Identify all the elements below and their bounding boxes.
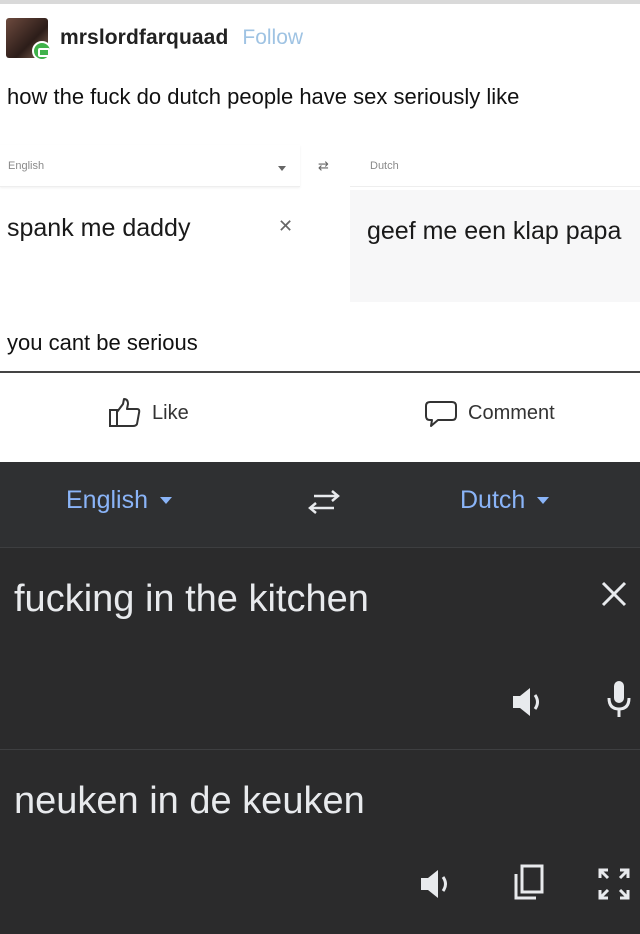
fullscreen-icon[interactable] (596, 866, 632, 902)
mic-icon[interactable] (604, 678, 634, 722)
language-bar: English Dutch (0, 462, 640, 548)
embedded-target-lang: Dutch (370, 160, 399, 172)
comment-icon (425, 401, 457, 427)
divider (0, 371, 640, 373)
chevron-down-icon (160, 497, 172, 504)
like-button[interactable]: Like (108, 397, 189, 429)
online-badge-icon (32, 41, 52, 61)
thumbs-up-icon (109, 398, 141, 427)
post-text: how the fuck do dutch people have sex se… (7, 84, 520, 109)
username[interactable]: mrslordfarquaad (60, 26, 228, 50)
speaker-icon[interactable] (510, 684, 550, 720)
copy-icon[interactable] (510, 862, 546, 902)
translation-output: neuken in de keuken (14, 780, 365, 822)
translate-app: English Dutch fucking in the kitchen neu… (0, 462, 640, 934)
top-border (0, 0, 640, 4)
reply-text: you cant be serious (7, 330, 198, 355)
swap-icon: ⇄ (318, 158, 329, 173)
speaker-icon[interactable] (418, 866, 458, 902)
comment-label: Comment (468, 401, 555, 424)
close-icon: ✕ (278, 216, 294, 236)
post-header: mrslordfarquaad Follow (6, 18, 303, 61)
follow-button[interactable]: Follow (242, 26, 303, 50)
embedded-source-lang: English (8, 160, 45, 172)
target-language-selector[interactable]: Dutch (460, 486, 550, 515)
like-label: Like (152, 401, 189, 424)
close-icon[interactable] (598, 578, 630, 610)
source-language-label: English (66, 486, 148, 514)
embedded-source-text: spank me daddy (7, 214, 191, 242)
target-language-label: Dutch (460, 486, 526, 514)
chevron-down-icon (537, 497, 550, 504)
source-language-selector[interactable]: English (66, 486, 172, 515)
avatar[interactable] (6, 18, 52, 61)
tumblr-post: mrslordfarquaad Follow how the fuck do d… (0, 0, 640, 462)
embedded-source-lang-bar (0, 145, 300, 187)
embedded-target-text: geef me een klap papa (367, 217, 622, 245)
swap-icon[interactable] (302, 486, 346, 520)
source-text-input[interactable]: fucking in the kitchen (14, 578, 369, 621)
comment-button[interactable]: Comment (424, 397, 555, 429)
divider (0, 749, 640, 750)
chevron-down-icon (278, 166, 286, 171)
